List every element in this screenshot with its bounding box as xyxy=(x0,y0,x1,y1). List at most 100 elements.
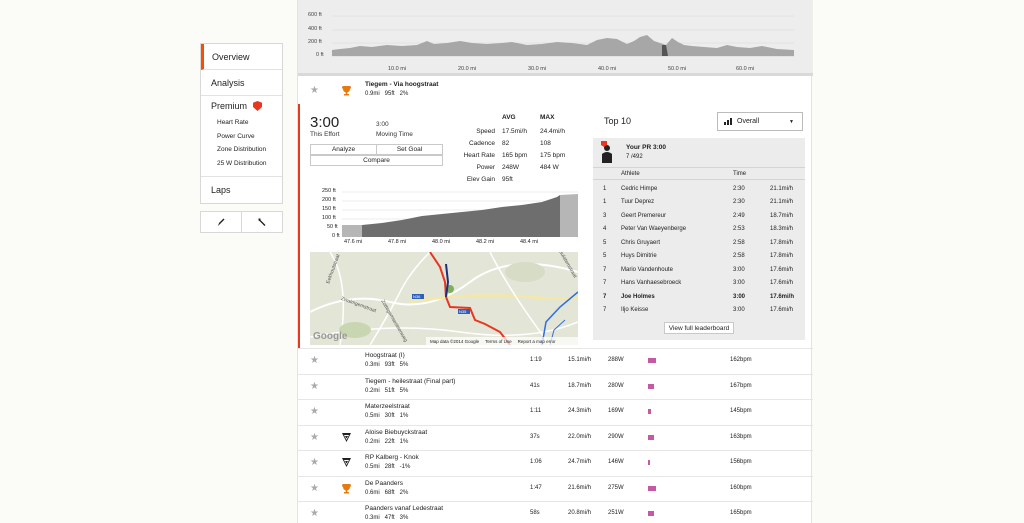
segment-name[interactable]: Materzeelstraat xyxy=(365,403,410,410)
segment-row[interactable]: ★ Aloise Biebuyckstraat 0.2mi 22ft 1% 37s 22… xyxy=(298,424,813,450)
speed-cell: 17.6mi/h xyxy=(770,266,794,273)
star-icon[interactable]: ★ xyxy=(310,508,319,519)
sidebar-subitem-zone-distribution[interactable]: Zone Distribution xyxy=(201,143,282,157)
set-goal-button[interactable]: Set Goal xyxy=(376,144,443,155)
view-full-leaderboard-button[interactable]: View full leaderboard xyxy=(664,322,734,334)
mini-elev-x-label: 48.0 mi xyxy=(432,239,451,245)
column-athlete: Athlete xyxy=(621,170,640,177)
power-bar xyxy=(648,434,654,440)
athlete-name[interactable]: Mario Vandenhoute xyxy=(621,267,673,273)
leaderboard-filter-dropdown[interactable]: Overall ▼ xyxy=(717,112,803,131)
athlete-name[interactable]: Chris Gruyaert xyxy=(621,240,660,246)
athlete-name[interactable]: Tuur Deprez xyxy=(621,199,654,205)
segment-row[interactable]: ★ Hoogstraat (I) 0.3mi 93ft 5% 1:19 15.1mi/h… xyxy=(298,348,813,373)
sidebar-item-laps[interactable]: Laps xyxy=(201,177,282,203)
leaderboard-row[interactable]: 7 Joe Holmes 3:00 17.6mi/h xyxy=(593,290,805,303)
report-map-error-link[interactable]: Report a map error xyxy=(518,339,556,344)
selected-segment-header[interactable]: ★ Tiegem - Via hoogstraat 0.9mi 95ft 2% xyxy=(298,79,813,103)
star-icon[interactable]: ★ xyxy=(310,355,319,366)
star-icon[interactable]: ★ xyxy=(310,381,319,392)
leaderboard-row[interactable]: 3 Geert Premereur 2:49 18.7mi/h xyxy=(593,209,805,222)
segment-heart-rate: 156bpm xyxy=(730,459,752,465)
star-icon[interactable]: ★ xyxy=(310,85,319,96)
effort-stats-table: AVG MAX Speed 17.5mi/h 24.4mi/h Cadence … xyxy=(450,112,590,192)
map-road-label: N36 xyxy=(413,294,421,299)
star-icon[interactable]: ★ xyxy=(310,432,319,443)
leaderboard-row[interactable]: 7 Mario Vandenhoute 3:00 17.6mi/h xyxy=(593,263,805,276)
athlete-name[interactable]: Huys Dimitrie xyxy=(621,253,657,259)
athlete-name[interactable]: Iljo Keisse xyxy=(621,307,648,313)
settings-button[interactable] xyxy=(242,211,283,233)
stats-label-cadence: Cadence xyxy=(468,140,495,147)
athlete-name[interactable]: Joe Holmes xyxy=(621,294,655,300)
edit-button[interactable] xyxy=(200,211,242,233)
leaderboard-row[interactable]: 1 Cedric Himpe 2:30 21.1mi/h xyxy=(593,182,805,195)
athlete-name[interactable]: Hans Vanhaesebroeck xyxy=(621,280,681,286)
segment-speed: 20.8mi/h xyxy=(568,510,592,516)
speed-cell: 17.6mi/h xyxy=(770,307,794,313)
star-icon[interactable]: ★ xyxy=(310,457,319,468)
sidebar-subitem-heart-rate[interactable]: Heart Rate xyxy=(201,116,282,130)
leaderboard-row[interactable]: 7 Iljo Keisse 3:00 17.6mi/h xyxy=(593,304,805,317)
sidebar-item-analysis[interactable]: Analysis xyxy=(201,70,282,96)
segment-name[interactable]: Tiegem - heilestraat (Final part) xyxy=(365,378,455,385)
terms-link[interactable]: Terms of Use xyxy=(485,339,512,344)
segment-row[interactable]: ★ Tiegem - heilestraat (Final part) 0.2mi … xyxy=(298,373,813,399)
google-logo: Google xyxy=(313,331,348,342)
sidebar-item-premium[interactable]: Premium xyxy=(201,96,282,116)
segment-name[interactable]: Hoogstraat (I) xyxy=(365,352,405,359)
segment-heart-rate: 165bpm xyxy=(730,510,752,516)
star-icon[interactable]: ★ xyxy=(310,406,319,417)
pr-title: Your PR 3:00 xyxy=(626,144,666,151)
elev-y-label: 0 ft xyxy=(316,52,324,58)
athlete-name[interactable]: Peter Van Waeyenberge xyxy=(621,226,686,232)
mini-elev-y-label: 200 ft xyxy=(322,197,336,203)
leaderboard-row[interactable]: 1 Tuur Deprez 2:30 21.1mi/h xyxy=(593,196,805,209)
stats-max-speed: 24.4mi/h xyxy=(540,128,565,135)
leaderboard-row[interactable]: 5 Chris Gruyaert 2:58 17.8mi/h xyxy=(593,236,805,249)
segment-row[interactable]: ★ Paanders vanaf Ledestraat 0.3mi 47ft 3% 5… xyxy=(298,501,813,523)
segment-name[interactable]: Aloise Biebuyckstraat xyxy=(365,429,427,436)
leaderboard-row[interactable]: 5 Huys Dimitrie 2:58 17.8mi/h xyxy=(593,250,805,263)
segment-stats: 0.6mi 68ft 2% xyxy=(365,489,409,496)
rank-cell: 5 xyxy=(603,239,607,246)
segment-row[interactable]: ★ De Paanders 0.6mi 68ft 2% 1:47 21.6mi/h 275… xyxy=(298,475,813,501)
rank-cell: 1 xyxy=(603,185,607,192)
mini-elev-y-label: 150 ft xyxy=(322,206,336,212)
analyze-button[interactable]: Analyze xyxy=(310,144,377,155)
sidebar-subitem-power-curve[interactable]: Power Curve xyxy=(201,130,282,144)
compare-button[interactable]: Compare xyxy=(310,155,443,166)
speed-cell: 21.1mi/h xyxy=(770,199,794,205)
segment-elevation-chart: 250 ft 200 ft 150 ft 100 ft 50 ft 0 ft 4… xyxy=(310,188,580,248)
segment-name[interactable]: De Paanders xyxy=(365,480,403,487)
segment-name[interactable]: Tiegem - Via hoogstraat xyxy=(365,81,438,88)
segment-time: 58s xyxy=(530,510,540,516)
segment-name[interactable]: RP Kalberg - Knok xyxy=(365,454,419,461)
premium-label: Premium xyxy=(211,101,248,111)
leaderboard-row[interactable]: 4 Peter Van Waeyenberge 2:53 18.3mi/h xyxy=(593,223,805,236)
time-cell: 2:58 xyxy=(733,239,745,246)
time-cell: 2:30 xyxy=(733,199,745,205)
leaderboard-row[interactable]: 7 Hans Vanhaesebroeck 3:00 17.6mi/h xyxy=(593,277,805,290)
stats-label-heart-rate: Heart Rate xyxy=(463,152,495,159)
segment-power: 146W xyxy=(608,459,624,465)
segment-row[interactable]: ★ RP Kalberg - Knok 0.5mi 28ft -1% 1:06 24.7… xyxy=(298,450,813,475)
speed-cell: 17.6mi/h xyxy=(770,293,795,300)
activity-page: Overview Analysis Premium Heart Rate Pow… xyxy=(0,0,1024,523)
stats-label-speed: Speed xyxy=(476,128,495,135)
athlete-name[interactable]: Cedric Himpe xyxy=(621,186,657,192)
elevation-profile[interactable]: 600 ft 400 ft 200 ft 0 ft 10.0 mi 20.0 m… xyxy=(298,0,813,76)
segment-detail-panel: 3:00 This Effort 3:00 Moving Time Analyz… xyxy=(298,104,813,348)
sidebar-item-overview[interactable]: Overview xyxy=(201,44,282,70)
segment-row[interactable]: ★ Materzeelstraat 0.5mi 30ft 1% 1:11 24.3mi/… xyxy=(298,399,813,424)
speed-cell: 17.8mi/h xyxy=(770,239,794,246)
time-cell: 2:49 xyxy=(733,212,745,219)
segment-name[interactable]: Paanders vanaf Ledestraat xyxy=(365,505,443,512)
wrench-icon xyxy=(258,218,266,226)
stats-avg-cadence: 82 xyxy=(502,140,510,147)
athlete-name[interactable]: Geert Premereur xyxy=(621,213,666,219)
power-bar xyxy=(648,460,650,465)
star-icon[interactable]: ★ xyxy=(310,483,319,494)
segment-map[interactable]: Eekhoutstraat Zwalmgemstraat Zottegemses… xyxy=(310,252,578,345)
sidebar-subitem-25w-distribution[interactable]: 25 W Distribution xyxy=(201,157,282,171)
